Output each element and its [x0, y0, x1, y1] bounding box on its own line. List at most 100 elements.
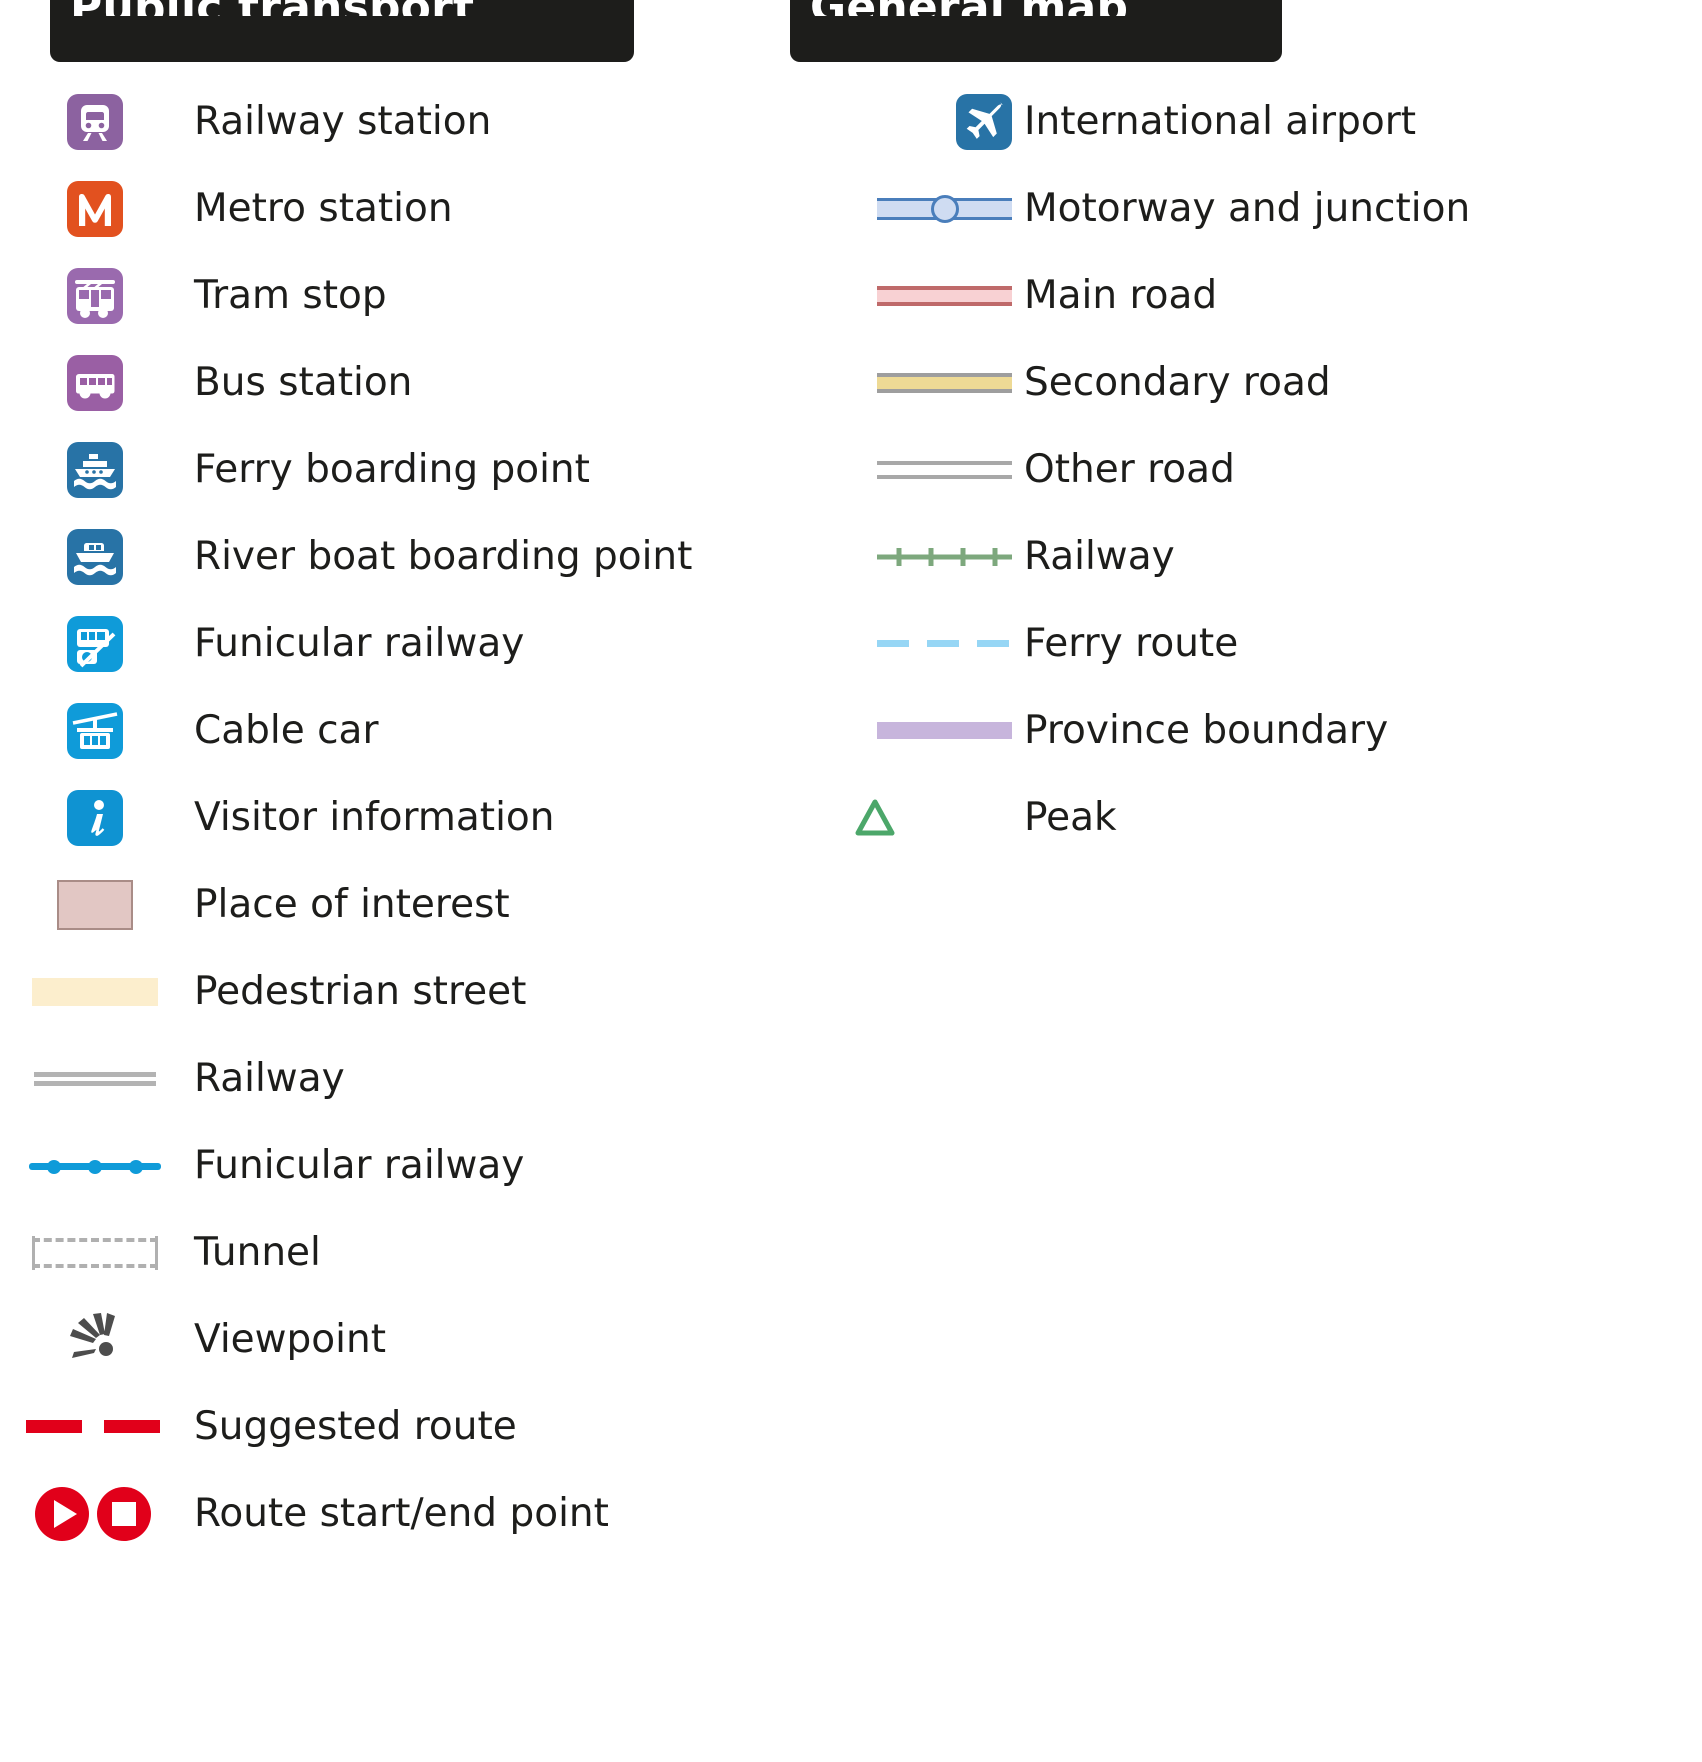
- legend-row-secondary-road: Secondary road: [790, 339, 1690, 426]
- bus-station-symbol: [0, 339, 190, 426]
- legend-row-motorway-and-junction: Motorway and junction: [790, 165, 1690, 252]
- legend-label: Tunnel: [194, 1230, 321, 1275]
- tunnel-edge-top: [32, 1237, 158, 1242]
- province-boundary-symbol-wrap: [790, 687, 1020, 774]
- legend-label: Railway: [1024, 534, 1175, 579]
- railway-green-symbol-wrap: [790, 513, 1020, 600]
- legend-row-tram-stop: Tram stop: [0, 252, 790, 339]
- legend-row-visitor-information: Visitor information: [0, 774, 790, 861]
- ferry-boarding-point-icon: [67, 441, 123, 498]
- stop-square-icon: [112, 1501, 136, 1526]
- secondary-road-symbol-wrap: [790, 339, 1020, 426]
- legend-row-suggested-route: Suggested route: [0, 1383, 790, 1470]
- funicular-line-dot: [47, 1159, 61, 1174]
- railway-line-symbol: [34, 1071, 156, 1086]
- suggested-route-dash: [26, 1420, 82, 1433]
- legend-label: Funicular railway: [194, 1143, 525, 1188]
- railway-line-symbol: [877, 542, 1012, 572]
- railway-line-symbol-wrap: [0, 1035, 190, 1122]
- legend-row-bus-station: Bus station: [0, 339, 790, 426]
- tram-stop-icon: [67, 267, 123, 324]
- tunnel-cap-left: [32, 1235, 35, 1270]
- legend-label: Railway: [194, 1056, 345, 1101]
- public-transport-items: Railway station Metro station Tram stop …: [0, 78, 790, 1557]
- other-road-symbol-wrap: [790, 426, 1020, 513]
- route-start-end-symbol-wrap: [0, 1470, 190, 1557]
- tunnel-line-symbol: [32, 1234, 158, 1272]
- legend-label: Motorway and junction: [1024, 186, 1471, 231]
- legend-row-viewpoint: Viewpoint: [0, 1296, 790, 1383]
- legend-row-main-road: Main road: [790, 252, 1690, 339]
- public-transport-header: Public transport: [0, 0, 790, 78]
- legend-label: Place of interest: [194, 882, 510, 927]
- legend-label: Ferry boarding point: [194, 447, 590, 492]
- legend-column-general-map: General map International airport: [790, 0, 1690, 861]
- suggested-route-line-symbol: [26, 1420, 164, 1434]
- bus-station-icon: [67, 354, 123, 411]
- funicular-line-dot: [88, 1159, 102, 1174]
- cable-car-icon: [67, 702, 123, 759]
- legend-row-route-start-end-point: Route start/end point: [0, 1470, 790, 1557]
- legend-label: Metro station: [194, 186, 453, 231]
- legend-label: River boat boarding point: [194, 534, 693, 579]
- legend-label: Other road: [1024, 447, 1235, 492]
- river-boat-boarding-point-symbol: [0, 513, 190, 600]
- legend-label: International airport: [1024, 99, 1417, 144]
- visitor-information-symbol: [0, 774, 190, 861]
- legend-label: Peak: [1024, 795, 1117, 840]
- tunnel-edge-bottom: [32, 1263, 158, 1268]
- route-start-end-point-icon: [35, 1486, 155, 1542]
- peak-symbol-wrap: [790, 774, 1020, 861]
- legend-label: Cable car: [194, 708, 379, 753]
- legend-label: Province boundary: [1024, 708, 1389, 753]
- funicular-railway-line-symbol-wrap: [0, 1122, 190, 1209]
- legend-row-river-boat-boarding-point: River boat boarding point: [0, 513, 790, 600]
- ferry-route-line-symbol: [877, 640, 1012, 648]
- legend-label: Railway station: [194, 99, 492, 144]
- main-road-line-symbol: [877, 285, 1012, 306]
- legend-row-peak: Peak: [790, 774, 1690, 861]
- legend-label: Funicular railway: [194, 621, 525, 666]
- legend-row-metro-station: Metro station: [0, 165, 790, 252]
- legend-label: Viewpoint: [194, 1317, 387, 1362]
- ferry-boarding-point-symbol: [0, 426, 190, 513]
- motorway-symbol-wrap: [790, 165, 1020, 252]
- main-road-symbol-wrap: [790, 252, 1020, 339]
- ferry-route-dash: [927, 640, 959, 647]
- legend-row-railway-line: Railway: [0, 1035, 790, 1122]
- legend-row-place-of-interest: Place of interest: [0, 861, 790, 948]
- metro-station-symbol: [0, 165, 190, 252]
- general-map-header-title: General map: [790, 0, 1690, 16]
- place-of-interest-swatch: [57, 879, 133, 930]
- place-of-interest-symbol: [0, 861, 190, 948]
- funicular-railway-line-symbol: [29, 1156, 161, 1176]
- river-boat-boarding-point-icon: [67, 528, 123, 585]
- route-end-point-icon: [97, 1486, 151, 1541]
- legend-label: Main road: [1024, 273, 1218, 318]
- suggested-route-symbol-wrap: [0, 1383, 190, 1470]
- pedestrian-street-symbol: [0, 948, 190, 1035]
- legend-row-other-road: Other road: [790, 426, 1690, 513]
- motorway-junction-line-symbol: [877, 194, 1012, 223]
- legend-row-funicular-railway-line: Funicular railway: [0, 1122, 790, 1209]
- legend-row-tunnel: Tunnel: [0, 1209, 790, 1296]
- legend-row-ferry-boarding-point: Ferry boarding point: [0, 426, 790, 513]
- ferry-route-dash: [977, 640, 1009, 647]
- international-airport-icon: [956, 93, 1012, 150]
- funicular-railway-icon-symbol: [0, 600, 190, 687]
- tunnel-cap-right: [155, 1235, 158, 1270]
- funicular-line-dot: [129, 1159, 143, 1174]
- viewpoint-symbol: [0, 1296, 190, 1383]
- province-boundary-line-symbol: [877, 722, 1012, 739]
- secondary-road-line-symbol: [877, 372, 1012, 393]
- legend-row-funicular-railway-icon: Funicular railway: [0, 600, 790, 687]
- legend-row-cable-car: Cable car: [0, 687, 790, 774]
- visitor-information-icon: [67, 789, 123, 846]
- metro-station-icon: [67, 180, 123, 237]
- route-start-point-icon: [35, 1486, 89, 1541]
- legend-label: Bus station: [194, 360, 413, 405]
- tram-stop-symbol: [0, 252, 190, 339]
- ferry-route-symbol-wrap: [790, 600, 1020, 687]
- funicular-railway-icon: [67, 615, 123, 672]
- map-legend: Public transport: [0, 0, 1702, 1762]
